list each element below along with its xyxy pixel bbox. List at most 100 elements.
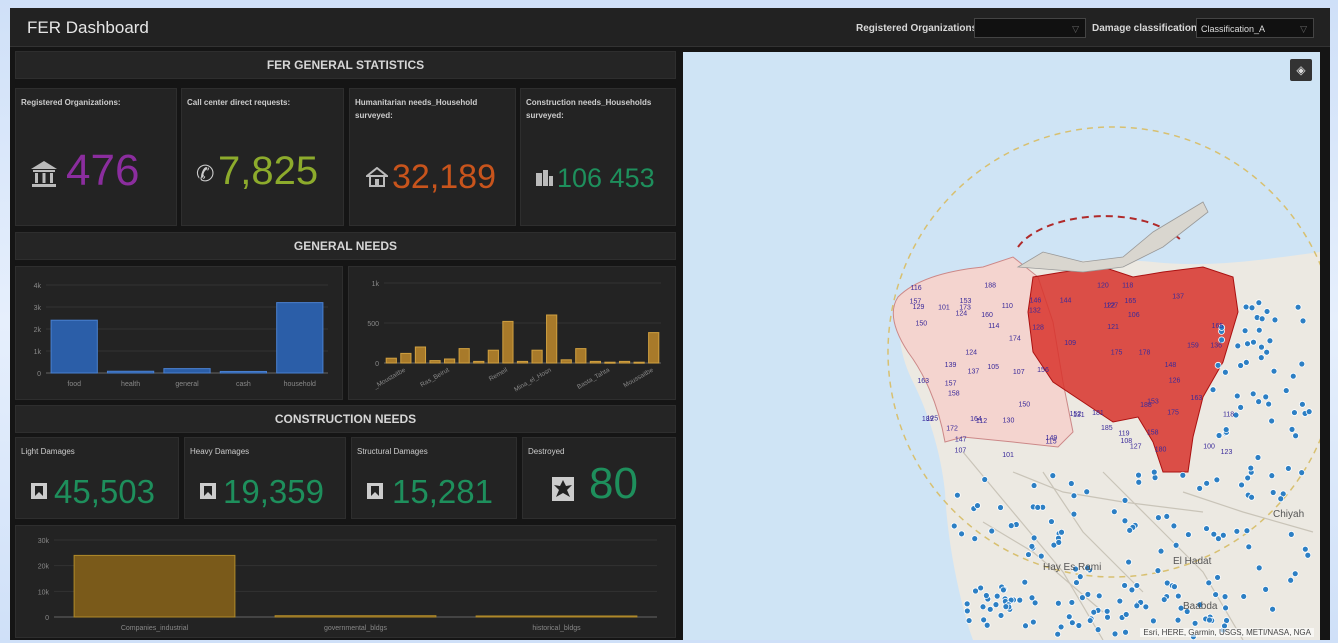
survey-point[interactable] bbox=[1215, 535, 1222, 543]
survey-point[interactable] bbox=[1111, 630, 1119, 638]
survey-point[interactable] bbox=[1249, 390, 1257, 398]
survey-point[interactable] bbox=[1244, 474, 1252, 482]
survey-point[interactable] bbox=[1121, 517, 1129, 525]
survey-point[interactable] bbox=[1298, 360, 1306, 368]
survey-point[interactable] bbox=[1205, 579, 1213, 587]
survey-point[interactable] bbox=[1110, 508, 1118, 516]
survey-point[interactable] bbox=[1031, 599, 1039, 607]
survey-point[interactable] bbox=[1000, 586, 1007, 594]
survey-point[interactable] bbox=[1292, 432, 1300, 440]
survey-point[interactable] bbox=[1002, 603, 1010, 611]
survey-point[interactable] bbox=[986, 605, 994, 613]
bar[interactable] bbox=[618, 360, 631, 364]
survey-point[interactable] bbox=[1121, 496, 1129, 504]
survey-point[interactable] bbox=[1149, 617, 1157, 625]
bar[interactable] bbox=[531, 349, 543, 364]
survey-point[interactable] bbox=[1030, 534, 1038, 542]
survey-point[interactable] bbox=[1095, 592, 1103, 600]
survey-point[interactable] bbox=[1128, 586, 1136, 594]
survey-point[interactable] bbox=[1222, 604, 1229, 612]
survey-point[interactable] bbox=[1255, 564, 1263, 572]
bar[interactable] bbox=[575, 348, 587, 364]
survey-point[interactable] bbox=[1206, 616, 1213, 624]
survey-point[interactable] bbox=[1068, 619, 1076, 627]
survey-point[interactable] bbox=[1058, 528, 1065, 536]
survey-point[interactable] bbox=[1262, 585, 1270, 593]
survey-point[interactable] bbox=[1215, 432, 1223, 439]
survey-point[interactable] bbox=[958, 530, 965, 538]
bar[interactable] bbox=[429, 360, 441, 364]
survey-point[interactable] bbox=[1154, 567, 1162, 575]
survey-point[interactable] bbox=[1179, 471, 1187, 479]
survey-point[interactable] bbox=[1073, 579, 1080, 586]
orgs-filter-select[interactable]: ▽ bbox=[974, 18, 1086, 38]
survey-point[interactable] bbox=[1049, 472, 1057, 480]
bar[interactable] bbox=[219, 370, 268, 374]
survey-point[interactable] bbox=[1122, 611, 1130, 618]
survey-point[interactable] bbox=[1234, 342, 1242, 350]
survey-point[interactable] bbox=[1090, 608, 1098, 616]
bar[interactable] bbox=[73, 554, 236, 618]
survey-point[interactable] bbox=[1037, 552, 1045, 560]
survey-point[interactable] bbox=[1142, 603, 1150, 611]
survey-point[interactable] bbox=[1287, 530, 1295, 538]
survey-point[interactable] bbox=[1248, 304, 1256, 312]
survey-point[interactable] bbox=[979, 603, 987, 611]
bar[interactable] bbox=[276, 302, 324, 374]
bar[interactable] bbox=[487, 349, 499, 364]
survey-point[interactable] bbox=[1262, 393, 1270, 401]
survey-point[interactable] bbox=[1030, 482, 1038, 489]
map-view[interactable]: 146 188 121 165 175 101 158 116 101 150 122 144 163 1… bbox=[683, 52, 1320, 640]
survey-point[interactable] bbox=[1076, 573, 1084, 581]
survey-point[interactable] bbox=[1065, 613, 1073, 621]
survey-point[interactable] bbox=[997, 504, 1004, 511]
survey-point[interactable] bbox=[1067, 480, 1075, 487]
bar[interactable] bbox=[633, 361, 645, 364]
damage-filter-select[interactable]: Classification_A ▽ bbox=[1196, 18, 1314, 38]
survey-point[interactable] bbox=[1221, 368, 1229, 376]
bar[interactable] bbox=[648, 332, 660, 364]
survey-point[interactable] bbox=[1241, 327, 1249, 335]
survey-point[interactable] bbox=[1054, 630, 1062, 638]
survey-point[interactable] bbox=[983, 621, 991, 629]
bar[interactable] bbox=[444, 358, 456, 364]
survey-point[interactable] bbox=[1221, 593, 1229, 601]
bar[interactable] bbox=[106, 370, 155, 374]
bar[interactable] bbox=[604, 361, 616, 364]
survey-point[interactable] bbox=[1266, 337, 1274, 345]
survey-point[interactable] bbox=[1255, 398, 1263, 406]
survey-point[interactable] bbox=[1284, 465, 1292, 472]
survey-point[interactable] bbox=[1233, 527, 1241, 535]
bar[interactable] bbox=[274, 615, 437, 618]
survey-point[interactable] bbox=[1304, 551, 1312, 559]
survey-point[interactable] bbox=[1155, 514, 1162, 522]
survey-point[interactable] bbox=[1255, 326, 1263, 334]
survey-point[interactable] bbox=[1157, 547, 1165, 555]
survey-point[interactable] bbox=[1029, 618, 1037, 626]
survey-point[interactable] bbox=[963, 607, 971, 615]
survey-point[interactable] bbox=[1007, 522, 1015, 530]
survey-point[interactable] bbox=[1133, 582, 1141, 589]
survey-point[interactable] bbox=[1151, 474, 1159, 482]
survey-point[interactable] bbox=[1070, 492, 1078, 500]
survey-point[interactable] bbox=[1291, 570, 1299, 578]
survey-point[interactable] bbox=[1203, 525, 1210, 532]
survey-point[interactable] bbox=[992, 601, 1000, 609]
survey-point[interactable] bbox=[963, 600, 971, 608]
survey-point[interactable] bbox=[1126, 526, 1134, 534]
survey-point[interactable] bbox=[965, 617, 973, 624]
survey-point[interactable] bbox=[1048, 518, 1055, 525]
survey-point[interactable] bbox=[1213, 476, 1221, 484]
survey-point[interactable] bbox=[1269, 605, 1276, 613]
survey-point[interactable] bbox=[1068, 599, 1076, 606]
survey-point[interactable] bbox=[974, 502, 981, 509]
survey-point[interactable] bbox=[1116, 597, 1124, 605]
survey-point[interactable] bbox=[1103, 607, 1111, 615]
bar[interactable] bbox=[400, 352, 412, 364]
bar[interactable] bbox=[516, 360, 529, 364]
bar[interactable] bbox=[473, 360, 485, 364]
survey-point[interactable] bbox=[1233, 392, 1241, 400]
bar[interactable] bbox=[385, 357, 397, 364]
survey-point[interactable] bbox=[1084, 590, 1092, 598]
survey-point[interactable] bbox=[1255, 299, 1263, 307]
